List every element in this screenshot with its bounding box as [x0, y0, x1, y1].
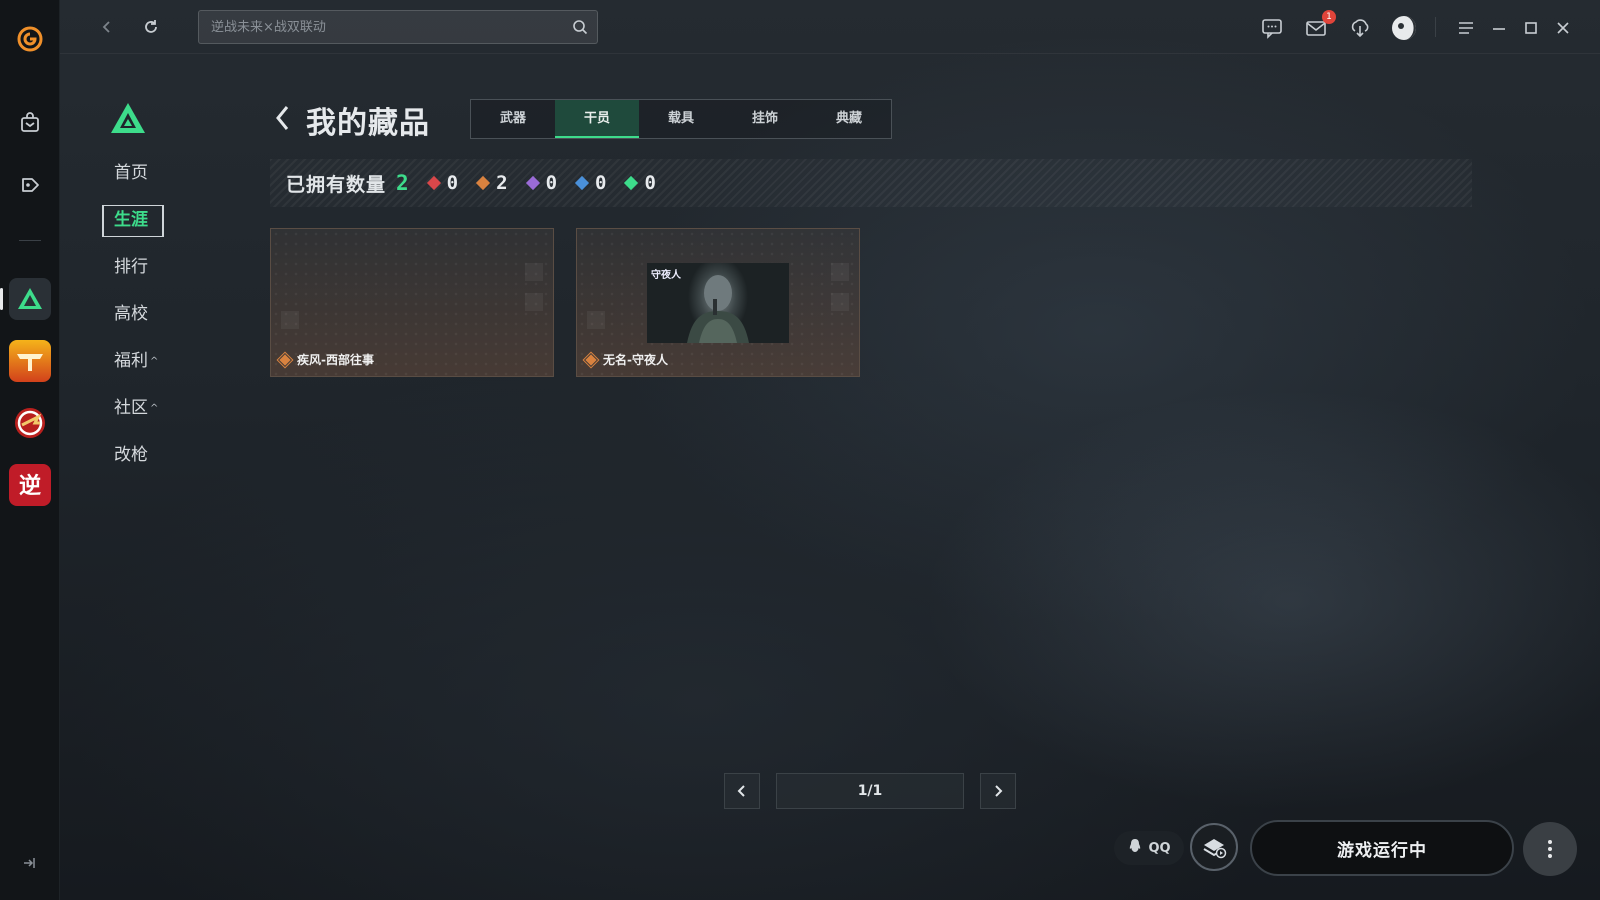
maximize-icon[interactable] — [1517, 14, 1545, 42]
search-icon[interactable] — [563, 10, 597, 44]
minimize-icon[interactable] — [1485, 14, 1513, 42]
decor-square — [525, 293, 543, 311]
page-title: 我的藏品 — [306, 106, 430, 141]
rarity-gem-icon — [525, 175, 540, 191]
more-options-icon[interactable] — [1523, 822, 1577, 876]
back-arrow-icon[interactable] — [94, 14, 120, 40]
chat-icon[interactable] — [1258, 14, 1286, 42]
section-nav-label: 首页 — [114, 163, 148, 183]
game-wings-icon[interactable] — [9, 340, 51, 382]
bag-icon[interactable] — [9, 102, 51, 144]
app-window: 逆 1 — [0, 0, 1600, 900]
mail-badge: 1 — [1322, 10, 1336, 24]
rarity-counter: 2 — [476, 172, 508, 194]
collapse-sidebar-icon[interactable] — [19, 853, 39, 873]
rarity-gem-icon — [582, 351, 600, 368]
download-icon[interactable] — [1346, 14, 1374, 42]
page-indicator: 1/1 — [776, 773, 964, 809]
collection-tab[interactable]: 挂饰 — [723, 100, 807, 138]
decor-square — [281, 311, 299, 329]
section-nav-item[interactable]: 社区 ^ — [104, 393, 174, 423]
owned-stats-bar: 已拥有数量 2 0 2 0 0 0 — [270, 159, 1472, 207]
section-nav-item[interactable]: 首页 — [104, 158, 174, 188]
rarity-count: 0 — [446, 172, 459, 194]
collection-tab[interactable]: 载具 — [639, 100, 723, 138]
layers-play-icon[interactable] — [1190, 823, 1238, 871]
collection-tabs: 武器 干员 载具 挂饰 典藏 — [470, 99, 892, 139]
section-nav-item[interactable]: 改枪 — [104, 440, 174, 470]
section-nav-label: 社区 — [114, 398, 148, 418]
qq-label: QQ — [1148, 840, 1171, 856]
close-icon[interactable] — [1549, 14, 1577, 42]
operator-thumbnail: 守夜人 — [647, 263, 789, 343]
page-back-icon[interactable] — [274, 104, 292, 136]
rarity-counter: 0 — [525, 172, 558, 194]
search-box — [198, 10, 598, 44]
topbar-divider — [1435, 17, 1436, 37]
rail-active-indicator — [0, 288, 3, 310]
card-name: 疾风-西部往事 — [297, 353, 374, 367]
rarity-gem-icon — [476, 175, 491, 191]
refresh-icon[interactable] — [138, 14, 164, 40]
game-cf-icon[interactable] — [9, 402, 51, 444]
avatar[interactable] — [1390, 14, 1418, 42]
rarity-gem-icon — [276, 351, 294, 368]
card-label: 疾风-西部往事 — [276, 351, 374, 368]
decor-square — [831, 293, 849, 311]
prev-page-button[interactable] — [724, 773, 760, 809]
rarity-gem-icon — [426, 175, 441, 191]
game-ni-icon[interactable]: 逆 — [9, 464, 51, 506]
card-name: 无名-守夜人 — [603, 353, 668, 367]
rarity-count: 0 — [595, 172, 607, 194]
rarity-gem-icon — [574, 175, 590, 191]
collection-tab[interactable]: 干员 — [555, 100, 639, 138]
svg-text:逆: 逆 — [19, 473, 41, 499]
gamepad-tag-icon[interactable] — [9, 164, 51, 206]
top-bar: 1 — [60, 0, 1600, 54]
collection-card[interactable]: 疾风-西部往事 — [270, 228, 554, 377]
collection-tab[interactable]: 典藏 — [807, 100, 891, 138]
rarity-counter: 0 — [426, 172, 459, 194]
owned-count-total: 2 — [396, 171, 409, 195]
qq-penguin-icon — [1127, 838, 1143, 858]
game-triangle-icon[interactable] — [9, 278, 51, 320]
expand-caret-icon: ^ — [150, 403, 159, 414]
section-nav-item[interactable]: 高校 — [104, 299, 174, 329]
rarity-counter: 0 — [624, 172, 656, 194]
game-logo-icon — [110, 102, 146, 138]
rarity-gem-icon — [624, 175, 639, 191]
decor-square — [525, 263, 543, 281]
section-nav-label: 改枪 — [114, 445, 148, 465]
section-nav-label: 生涯 — [114, 210, 148, 230]
qq-button[interactable]: QQ — [1114, 831, 1184, 865]
mail-icon[interactable]: 1 — [1302, 10, 1336, 42]
rarity-count: 0 — [644, 172, 656, 194]
card-label: 无名-守夜人 — [582, 351, 668, 368]
rarity-counter: 0 — [574, 172, 607, 194]
game-running-button[interactable]: 游戏运行中 — [1250, 820, 1514, 876]
section-nav-label: 福利 — [114, 351, 148, 371]
next-page-button[interactable] — [980, 773, 1016, 809]
app-logo-icon[interactable] — [9, 18, 51, 60]
rarity-count: 2 — [496, 172, 508, 194]
section-nav-label: 高校 — [114, 304, 148, 324]
search-input[interactable] — [199, 11, 563, 43]
expand-caret-icon: ^ — [150, 356, 159, 367]
section-nav-item[interactable]: 生涯 — [104, 205, 174, 235]
collection-tab[interactable]: 武器 — [471, 100, 555, 138]
owned-count-label: 已拥有数量 — [286, 173, 387, 196]
decor-square — [831, 263, 849, 281]
menu-icon[interactable] — [1452, 14, 1480, 42]
left-rail: 逆 — [0, 0, 60, 900]
section-nav: 首页 生涯 排行 高校 福利 ^ 社区 ^ 改枪 — [104, 158, 174, 487]
collection-card[interactable]: 守夜人 无名-守夜人 — [576, 228, 860, 377]
rarity-count: 0 — [545, 172, 558, 194]
thumbnail-caption: 守夜人 — [651, 270, 681, 281]
section-nav-item[interactable]: 福利 ^ — [104, 346, 174, 376]
rail-divider — [19, 240, 41, 241]
section-nav-item[interactable]: 排行 — [104, 252, 174, 282]
decor-square — [587, 311, 605, 329]
section-nav-label: 排行 — [114, 257, 148, 277]
